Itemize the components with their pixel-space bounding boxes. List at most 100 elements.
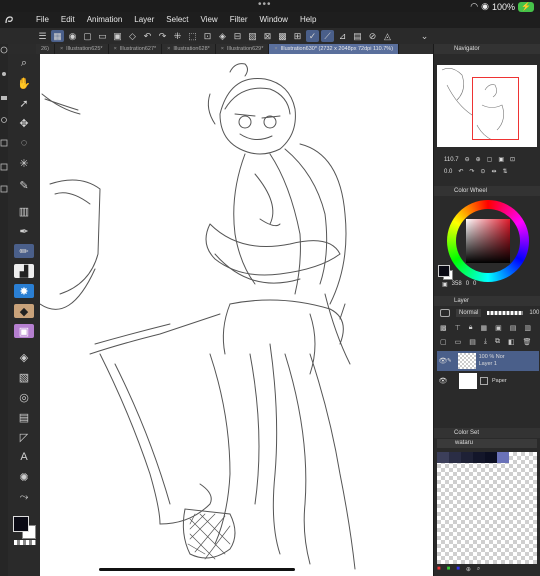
ruler-icon[interactable]: ▧ [246,30,259,42]
eraser-tool-icon[interactable]: ▣ [14,324,34,338]
reference-icon[interactable]: ▤ [351,30,364,42]
fit-width-icon[interactable]: ⊡ [510,156,515,163]
expand-icon[interactable]: ◇ [126,30,139,42]
snap-ruler-icon[interactable]: ✓ [306,30,319,42]
merge-down-icon[interactable]: ⤓ [484,338,487,346]
reference-layer-icon[interactable]: ⊤ [455,324,461,332]
object-tool-icon[interactable]: ➚ [14,96,34,110]
color-swatch[interactable] [473,452,485,463]
rotation-value[interactable]: 0.0 [444,169,452,175]
rotate-right-icon[interactable]: ↷ [469,168,474,175]
green-channel-icon[interactable]: ■ [447,566,451,574]
new-file-icon[interactable]: ▢ [81,30,94,42]
frame-tool-icon[interactable]: ▤ [14,410,34,424]
layer-color-toggle-icon[interactable]: ▥ [524,324,531,332]
blend-mode-select[interactable]: Normal [456,309,482,317]
layer-item[interactable]: 👁︎ Paper [437,371,539,391]
copy-layer-icon[interactable]: ⧉ [495,338,500,346]
main-color-indicator[interactable] [438,265,450,277]
quick-access-icons[interactable] [0,44,8,244]
layer-mask-icon[interactable]: ▣ [495,324,502,332]
home-indicator[interactable] [99,568,295,571]
crop-icon[interactable]: ⊟ [231,30,244,42]
menu-select[interactable]: Select [160,12,194,28]
snap-icon[interactable]: ⊞ [291,30,304,42]
actual-size-icon[interactable]: ▣ [498,156,504,163]
hue-value[interactable]: 358 [452,281,462,288]
navigator-header[interactable]: Navigator [434,44,540,54]
color-set-header[interactable]: Color Set [434,428,540,438]
menu-file[interactable]: File [30,12,55,28]
zoom-value[interactable]: 110.7 [444,157,459,163]
document-tab[interactable]: × Illustration629* [216,44,270,54]
search-color-icon[interactable]: ⌕ [477,566,480,574]
layer-panel-header[interactable]: Layer [434,296,540,306]
correct-line-tool-icon[interactable]: ⤳ [14,490,34,504]
new-raster-layer-icon[interactable]: ▢ [440,338,447,346]
add-color-icon[interactable]: ⊕ [466,566,471,574]
document-tab[interactable]: 26) [36,44,55,54]
close-icon[interactable]: × [274,46,277,52]
fill-icon[interactable]: ◈ [216,30,229,42]
menu-animation[interactable]: Animation [81,12,129,28]
zoom-out-icon[interactable]: ⊖ [465,156,470,163]
color-wheel-header[interactable]: Color Wheel [434,186,540,196]
record-icon[interactable]: ◉ [66,30,79,42]
ruler-tool-icon[interactable]: ◸ [14,430,34,444]
transform-icon[interactable]: ⬚ [186,30,199,42]
layer-item[interactable]: 👁︎ ✎ 100 % Nor Layer 1 [437,351,539,371]
hamburger-menu-icon[interactable]: ☰ [36,30,49,42]
zoom-tool-icon[interactable]: ⌕ [14,56,34,70]
snap-grid-icon[interactable]: ⊿ [336,30,349,42]
red-channel-icon[interactable]: ■ [437,566,441,574]
color-swatch[interactable] [461,452,473,463]
close-icon[interactable]: × [60,46,63,52]
auto-select-tool-icon[interactable]: ✳ [14,156,34,170]
navigator-thumbnail[interactable] [437,65,537,147]
reference-layer-icon[interactable]: ◬ [381,30,394,42]
pencil-tool-icon[interactable]: ✏ [14,244,34,258]
eyedropper-tool-icon[interactable]: ✎ [14,178,34,192]
lock-icon[interactable]: ⊘ [366,30,379,42]
menu-view[interactable]: View [195,12,224,28]
decoration-tool-icon[interactable]: ▟ [14,264,34,278]
menu-help[interactable]: Help [294,12,322,28]
delete-layer-icon[interactable]: 🗑︎ [523,338,532,346]
menu-filter[interactable]: Filter [224,12,254,28]
new-vector-layer-icon[interactable]: ▭ [455,338,462,346]
saturation-value[interactable]: 0 [466,281,469,288]
opacity-value[interactable]: 100 [529,310,539,316]
pen-tool-icon[interactable]: ✒ [14,224,34,238]
color-set-select[interactable]: wataru [437,439,537,448]
scale-icon[interactable]: ⊡ [201,30,214,42]
saturation-value-square[interactable] [466,219,510,263]
move-tool-icon[interactable]: ✥ [14,116,34,130]
document-tab[interactable]: × Illustration628* [162,44,216,54]
document-tab-active[interactable]: × Illustration630* (2732 x 2048px 72dpi 1… [269,44,400,54]
color-wheel[interactable] [447,200,529,282]
brush-tool-icon[interactable]: ▥ [14,204,34,218]
balloon-tool-icon[interactable]: ✺ [14,470,34,484]
lock-transparency-icon[interactable]: ▦ [480,324,487,332]
close-icon[interactable]: × [167,46,170,52]
zoom-in-icon[interactable]: ⊕ [476,156,481,163]
gallery-icon[interactable]: ▦ [51,30,64,42]
close-icon[interactable]: × [114,46,117,52]
fill-tool-icon[interactable]: ◈ [14,350,34,364]
text-tool-icon[interactable]: A [14,450,34,464]
menu-window[interactable]: Window [254,12,294,28]
figure-tool-icon[interactable]: ◎ [14,390,34,404]
fit-icon[interactable]: ▢ [487,156,493,163]
document-tab[interactable]: × Illustration625* [55,44,109,54]
hsv-toggle-icon[interactable]: ▣ [442,281,448,288]
multitasking-dots[interactable]: ••• [258,0,272,10]
mask-icon[interactable]: ◧ [508,338,515,346]
layer-color-icon[interactable] [440,309,450,317]
undo-icon[interactable]: ↶ [141,30,154,42]
clear-selection-icon[interactable]: ⁜ [171,30,184,42]
lock-layer-icon[interactable]: 🔒︎ [469,324,473,332]
viewport-frame[interactable] [472,77,519,140]
transparent-color-swatch[interactable] [14,540,36,545]
color-swatch[interactable] [485,452,497,463]
lasso-tool-icon[interactable]: ◌ [14,136,34,150]
